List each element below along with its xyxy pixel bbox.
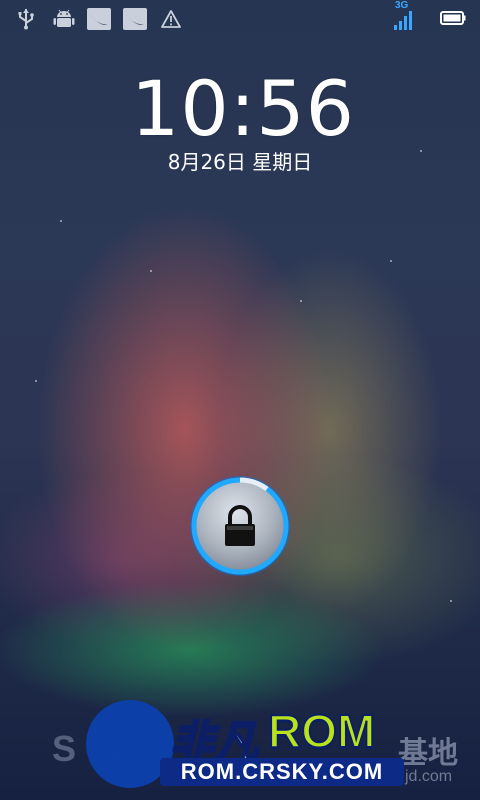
star bbox=[300, 300, 302, 302]
watermark-ghost-text: S bbox=[52, 728, 77, 769]
battery-icon bbox=[440, 11, 466, 25]
star bbox=[35, 380, 37, 382]
watermark-url: ROM.CRSKY.COM bbox=[180, 759, 384, 784]
status-bar: 3G bbox=[0, 0, 480, 38]
star bbox=[60, 220, 62, 222]
app-notification-icon bbox=[87, 8, 111, 30]
app-notification-icon bbox=[123, 8, 147, 30]
android-debug-icon bbox=[53, 9, 75, 27]
watermark-ghost-url: jd.com bbox=[405, 768, 453, 785]
star bbox=[390, 260, 392, 262]
watermark-ghost-text: 基地 bbox=[398, 736, 458, 771]
site-watermark: S 基地 jd.com 非凡 ROM ROM.CRSKY.COM bbox=[0, 690, 480, 800]
signal-icon bbox=[394, 11, 412, 30]
lock-screen: 3G 10:56 8月26日 星期日 S 基地 jd.com 非凡 ROM RO… bbox=[0, 0, 480, 800]
watermark-brand-rom: ROM bbox=[267, 704, 376, 758]
star bbox=[450, 600, 452, 602]
clock-time: 10:56 bbox=[130, 64, 356, 153]
star bbox=[150, 270, 152, 272]
warning-icon bbox=[161, 10, 181, 28]
clock-date: 8月26日 星期日 bbox=[167, 150, 313, 174]
usb-icon bbox=[18, 9, 34, 30]
unlock-slider-handle[interactable] bbox=[188, 474, 292, 578]
